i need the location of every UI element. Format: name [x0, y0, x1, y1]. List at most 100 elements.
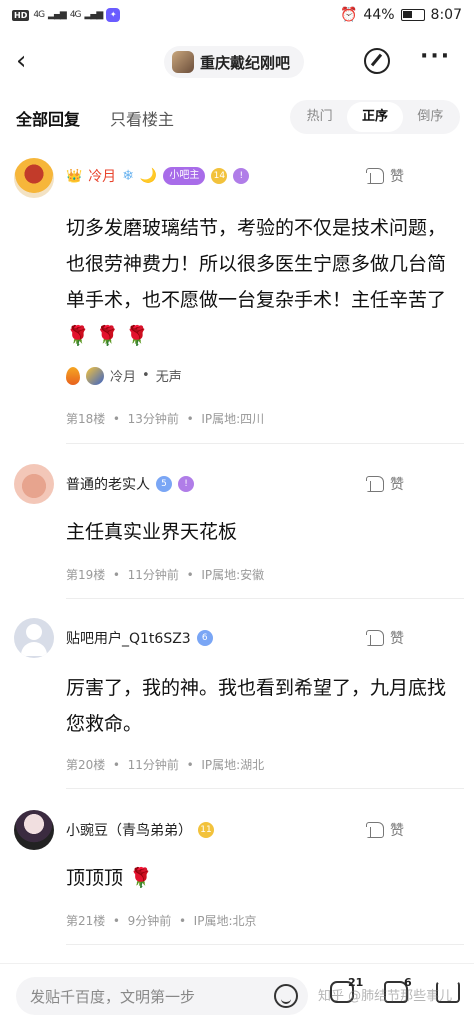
sort-hot[interactable]: 热门	[292, 102, 347, 132]
meta-dot: •	[182, 758, 198, 772]
post-meta: 第20楼 • 11分钟前 • IP属地:湖北	[66, 756, 264, 773]
status-bar: HD 4G ▂▄▆ 4G ▂▄▆ ✦ ⏰ 44% 8:07	[0, 0, 474, 34]
post-time: 9分钟前	[127, 914, 172, 928]
post-content: 顶顶顶 🌹	[66, 860, 464, 896]
achievement-icon: !	[233, 168, 250, 184]
tab-owner-only[interactable]: 只看楼主	[110, 106, 174, 130]
thumbs-up-icon	[366, 168, 384, 184]
signal-bars-icon-2: ▂▄▆	[84, 10, 104, 20]
post-text: 厉害了，我的神。我也看到希望了，九月底找您救命。	[66, 677, 447, 735]
thumbs-up-icon	[366, 476, 384, 492]
like-button[interactable]: 赞	[366, 166, 404, 186]
post-time: 11分钟前	[127, 568, 179, 582]
post-text: 主任真实业界天花板	[66, 521, 238, 543]
reply-tabs: 全部回复 只看楼主 热门 正序 倒序	[0, 96, 474, 140]
user-row: 普通的老实人 5 !	[66, 474, 194, 494]
alarm-icon: ⏰	[339, 7, 358, 23]
edit-icon[interactable]	[364, 48, 390, 74]
moon-icon: 🌙	[139, 168, 158, 184]
post-meta: 第18楼 • 13分钟前 • IP属地:四川	[66, 410, 264, 427]
forum-link[interactable]: 重庆戴纪刚吧	[164, 46, 305, 78]
username[interactable]: 普通的老实人	[66, 474, 150, 494]
rose-icon: 🌹 🌹 🌹	[66, 325, 150, 347]
user-row: 小豌豆（青鸟弟弟） 11	[66, 820, 214, 840]
level-badge: 6	[196, 630, 213, 646]
sort-descending[interactable]: 倒序	[403, 102, 458, 132]
like-button[interactable]: 赞	[366, 628, 404, 648]
ip-location: IP属地:安徽	[201, 568, 265, 582]
divider	[66, 788, 464, 789]
username[interactable]: 小豌豆（青鸟弟弟）	[66, 820, 192, 840]
meta-dot: •	[182, 412, 198, 426]
user-row: 贴吧用户_Q1t6SZ3 6	[66, 628, 213, 648]
top-nav: ‹ 重庆戴纪刚吧 ···	[0, 38, 474, 86]
forum-avatar	[172, 51, 194, 73]
like-label: 赞	[390, 631, 404, 647]
sub-text: 无声	[155, 370, 182, 385]
post-time: 13分钟前	[127, 412, 179, 426]
avatar[interactable]	[14, 158, 54, 198]
crown-icon: 👑	[66, 168, 83, 184]
avatar[interactable]	[14, 810, 54, 850]
post-meta: 第19楼 • 11分钟前 • IP属地:安徽	[66, 566, 264, 583]
meta-dot: •	[175, 914, 190, 928]
divider	[66, 944, 464, 945]
meta-dot: •	[109, 758, 124, 772]
post-meta: 第21楼 • 9分钟前 • IP属地:北京	[66, 912, 257, 929]
post-item: 贴吧用户_Q1t6SZ3 6 赞 厉害了，我的神。我也看到希望了，九月底找您救命…	[0, 606, 474, 792]
forum-name: 重庆戴纪刚吧	[200, 53, 291, 72]
like-button[interactable]: 赞	[366, 820, 404, 840]
signal-1: 4G	[33, 10, 45, 20]
reply-input[interactable]: 发贴千百度，文明第一步	[16, 977, 308, 1015]
tab-all-replies[interactable]: 全部回复	[16, 106, 80, 130]
moderator-badge: 小吧主	[163, 167, 206, 185]
flame-icon	[66, 366, 80, 385]
floor-number: 第19楼	[66, 568, 106, 582]
level-badge: 5	[156, 476, 172, 492]
post-content: 厉害了，我的神。我也看到希望了，九月底找您救命。	[66, 670, 464, 742]
rose-icon: 🌹	[129, 867, 153, 889]
post-item: 👑 冷月 ❄ 🌙 小吧主 14 ! 赞 切多发磨玻璃结节，考验的不仅是技术问题，…	[0, 150, 474, 446]
like-button[interactable]: 赞	[366, 474, 404, 494]
emoji-icon[interactable]	[274, 984, 298, 1008]
like-label: 赞	[390, 477, 404, 493]
sub-dot: •	[142, 368, 150, 383]
thumbs-up-icon	[366, 630, 384, 646]
clock: 8:07	[430, 7, 462, 23]
user-row: 👑 冷月 ❄ 🌙 小吧主 14 !	[66, 166, 250, 186]
level-badge: 11	[198, 822, 214, 838]
like-label: 赞	[390, 169, 404, 185]
ip-location: IP属地:四川	[201, 412, 265, 426]
avatar[interactable]	[14, 464, 54, 504]
meta-dot: •	[109, 412, 124, 426]
battery-icon	[400, 9, 425, 21]
watermark: 知乎 @肺结节那些事儿	[318, 989, 453, 1004]
meta-dot: •	[109, 914, 124, 928]
status-left: HD 4G ▂▄▆ 4G ▂▄▆ ✦	[12, 8, 121, 22]
signal-bars-icon: ▂▄▆	[48, 10, 67, 20]
divider	[66, 598, 464, 599]
status-right: ⏰ 44% 8:07	[340, 7, 462, 23]
sort-ascending[interactable]: 正序	[347, 102, 403, 132]
bottom-bar: 发贴千百度，文明第一步 21 6 知乎 @肺结节那些事儿	[0, 963, 474, 1027]
username[interactable]: 贴吧用户_Q1t6SZ3	[66, 628, 191, 648]
signature-row: 冷月 • 无声	[66, 366, 182, 385]
floor-number: 第21楼	[66, 914, 106, 928]
sort-switch: 热门 正序 倒序	[290, 100, 460, 134]
back-icon[interactable]: ‹	[16, 48, 26, 74]
post-content: 主任真实业界天花板	[66, 514, 464, 550]
post-content: 切多发磨玻璃结节，考验的不仅是技术问题，也很劳神费力！所以很多医生宁愿多做几台简…	[66, 210, 464, 354]
hd-badge: HD	[12, 9, 30, 21]
sub-username: 冷月	[110, 370, 137, 385]
signal-2: 4G	[69, 10, 82, 20]
username[interactable]: 冷月	[88, 166, 116, 186]
post-item: 小豌豆（青鸟弟弟） 11 赞 顶顶顶 🌹 第21楼 • 9分钟前 • IP属地:…	[0, 796, 474, 948]
reply-placeholder: 发贴千百度，文明第一步	[30, 988, 196, 1006]
thumbs-up-icon	[366, 822, 384, 838]
ip-location: IP属地:北京	[193, 914, 257, 928]
avatar[interactable]	[14, 618, 54, 658]
floor-number: 第18楼	[66, 412, 106, 426]
floor-number: 第20楼	[66, 758, 106, 772]
more-icon[interactable]: ···	[420, 44, 451, 69]
post-item: 普通的老实人 5 ! 赞 主任真实业界天花板 第19楼 • 11分钟前 • IP…	[0, 452, 474, 602]
